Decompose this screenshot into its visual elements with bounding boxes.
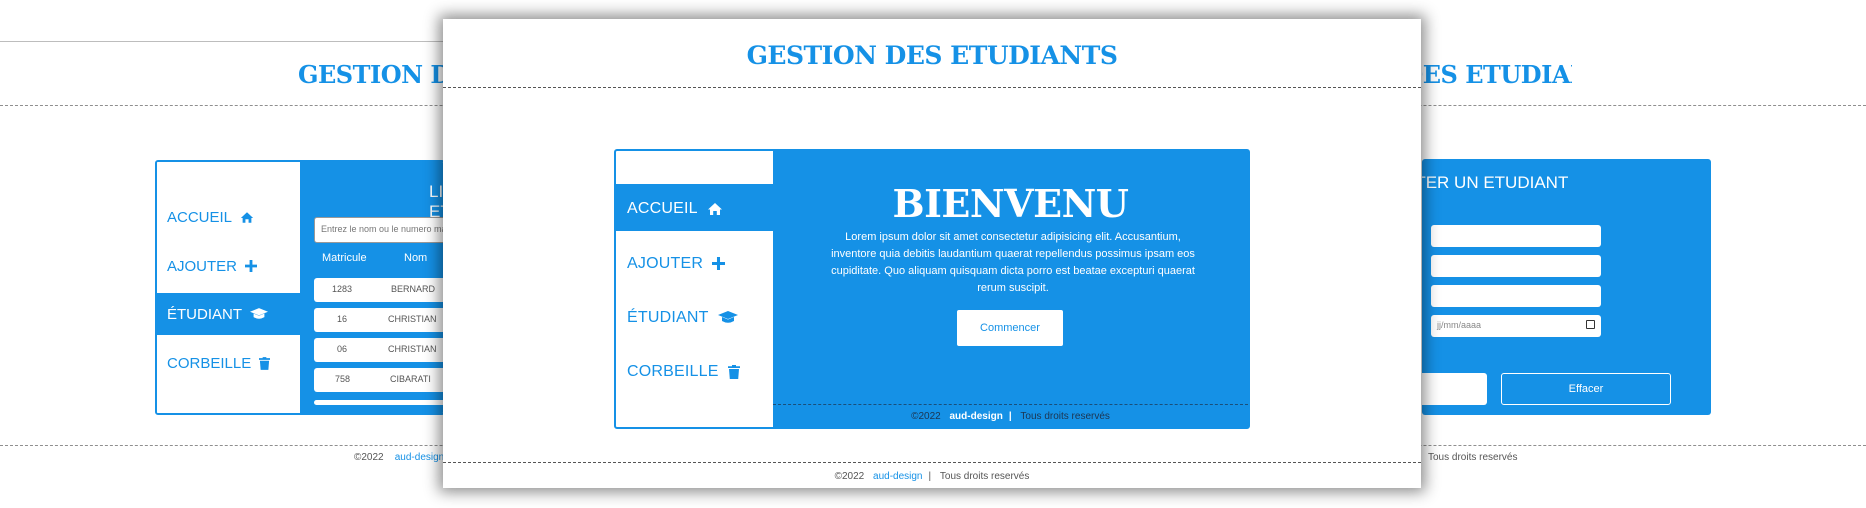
bg-sidebar-item-ajouter[interactable]: AJOUTER bbox=[157, 245, 300, 287]
sidebar-item-label: AJOUTER bbox=[627, 254, 704, 272]
row-matricule: 06 bbox=[337, 344, 348, 354]
table-row[interactable]: 06 CHRISTIAN bbox=[314, 338, 443, 362]
welcome-main: BIENVENU Lorem ipsum dolor sit amet cons… bbox=[773, 151, 1248, 427]
sidebar-item-label: ACCUEIL bbox=[627, 199, 698, 217]
sidebar-item-label: ÉTUDIANT bbox=[627, 308, 709, 326]
plus-icon bbox=[712, 257, 726, 270]
bg-footer-right: Tous droits reservés bbox=[1428, 452, 1517, 463]
row-matricule: 758 bbox=[335, 374, 351, 384]
bg-footer-copyright: ©2022 bbox=[354, 452, 384, 463]
bg-form-field[interactable] bbox=[1431, 285, 1601, 307]
bg-sidebar-item-accueil[interactable]: ACCUEIL bbox=[157, 196, 300, 238]
table-row[interactable]: 758 CIBARATI bbox=[314, 368, 443, 392]
table-row[interactable]: 16 CHRISTIAN bbox=[314, 308, 443, 332]
card-footer-divider bbox=[773, 404, 1248, 405]
bg-column-header-matricule: Matricule bbox=[322, 252, 367, 264]
card-footer: ©2022 aud-design | Tous droits reservés bbox=[773, 411, 1248, 422]
bg-sidebar: ACCUEIL AJOUTER ÉTUDIANT CORBEILLE bbox=[157, 162, 300, 413]
bg-student-list-content: LISTE DES ETUDIANTS Entrez le nom ou le … bbox=[300, 162, 443, 413]
home-icon bbox=[707, 202, 723, 216]
bg-sidebar-item-label: ÉTUDIANT bbox=[167, 305, 242, 323]
bg-sidebar-item-label: CORBEILLE bbox=[167, 354, 252, 372]
bg-submit-button[interactable] bbox=[1422, 373, 1487, 405]
bg-search-input[interactable]: Entrez le nom ou le numero matricule bbox=[314, 217, 443, 243]
bg-sidebar-item-label: ACCUEIL bbox=[167, 208, 233, 226]
bg-add-student-title: AJOUTER UN ETUDIANT bbox=[1422, 173, 1592, 193]
row-nom: BERNARD bbox=[391, 284, 436, 294]
row-nom: CHRISTIAN bbox=[388, 314, 437, 324]
bg-column-header-nom: Nom bbox=[404, 252, 428, 264]
bg-add-student-title-text: AJOUTER UN ETUDIANT bbox=[1422, 173, 1569, 192]
bg-page-title-right-text: GESTION DES ETUDIANTS bbox=[1422, 60, 1572, 89]
home-icon bbox=[240, 211, 254, 224]
bg-footer-brand: aud-design bbox=[394, 452, 445, 463]
sidebar-top-spacer bbox=[616, 151, 775, 186]
page-title: GESTION DES ETUDIANTS bbox=[746, 41, 1118, 70]
footer-rights: Tous droits reservés bbox=[939, 471, 1030, 482]
calendar-icon[interactable] bbox=[1586, 320, 1595, 329]
plus-icon bbox=[245, 260, 258, 272]
card-footer-brand: aud-design bbox=[949, 411, 1003, 422]
row-nom: CHRISTIAN bbox=[388, 344, 437, 354]
sidebar-item-etudiant[interactable]: ÉTUDIANT bbox=[616, 295, 775, 340]
row-matricule: 1283 bbox=[332, 284, 353, 294]
footer-copyright: ©2022 bbox=[834, 471, 865, 482]
table-row[interactable]: 1283 BERNARD bbox=[314, 278, 443, 302]
header-divider bbox=[443, 87, 1421, 88]
trash-icon bbox=[727, 364, 740, 379]
welcome-title: BIENVENU bbox=[892, 181, 1129, 226]
bg-page-title-right: GESTION DES ETUDIANTS bbox=[1422, 60, 1572, 89]
start-button[interactable]: Commencer bbox=[957, 310, 1063, 346]
sidebar-item-label: CORBEILLE bbox=[627, 362, 719, 380]
graduation-cap-icon bbox=[250, 308, 268, 320]
bg-form-field[interactable] bbox=[1431, 225, 1601, 247]
bg-page-title-left: GESTION DES ETUDIANTS bbox=[298, 60, 443, 89]
bg-sidebar-item-corbeille[interactable]: CORBEILLE bbox=[157, 342, 300, 384]
bg-form-field[interactable] bbox=[1431, 255, 1601, 277]
sidebar-item-accueil[interactable]: ACCUEIL bbox=[616, 186, 775, 231]
sidebar: ACCUEIL AJOUTER ÉTUDIANT CORBEILLE bbox=[616, 151, 775, 427]
sidebar-item-ajouter[interactable]: AJOUTER bbox=[616, 241, 775, 286]
welcome-card: ACCUEIL AJOUTER ÉTUDIANT CORBEILLE BIENV… bbox=[614, 149, 1250, 429]
trash-icon bbox=[259, 356, 271, 370]
footer-divider bbox=[443, 462, 1421, 463]
page-footer: ©2022 aud-design | Tous droits reservés bbox=[443, 471, 1421, 482]
bg-top-divider bbox=[0, 41, 445, 42]
welcome-text: Lorem ipsum dolor sit amet consectetur a… bbox=[831, 231, 1195, 294]
bg-date-field[interactable]: jj/mm/aaaa bbox=[1431, 315, 1601, 337]
bg-date-placeholder: jj/mm/aaaa bbox=[1437, 320, 1482, 330]
bg-sidebar-item-label: AJOUTER bbox=[167, 257, 238, 275]
row-matricule: 16 bbox=[337, 314, 348, 324]
graduation-cap-icon bbox=[717, 311, 738, 324]
bg-footer-left: ©2022 aud-design bbox=[354, 452, 444, 463]
app-window: GESTION DES ETUDIANTS ACCUEIL AJOUTER ÉT… bbox=[443, 19, 1421, 488]
bg-add-student-panel: AJOUTER UN ETUDIANT jj/mm/aaaa Effacer bbox=[1422, 159, 1711, 415]
footer-brand-link[interactable]: aud-design bbox=[873, 471, 922, 482]
bg-list-scrollbar[interactable] bbox=[314, 400, 443, 405]
bg-footer-rights: Tous droits reservés bbox=[1428, 452, 1518, 463]
sidebar-item-corbeille[interactable]: CORBEILLE bbox=[616, 349, 775, 394]
card-footer-copyright: ©2022 bbox=[911, 411, 941, 422]
bg-clear-button[interactable]: Effacer bbox=[1501, 373, 1671, 405]
card-footer-rights: Tous droits reservés bbox=[1020, 411, 1110, 422]
bg-sidebar-item-etudiant[interactable]: ÉTUDIANT bbox=[157, 293, 300, 335]
bg-student-list-panel: ACCUEIL AJOUTER ÉTUDIANT CORBEILLE LISTE… bbox=[155, 160, 445, 415]
row-nom: CIBARATI bbox=[390, 374, 431, 384]
card-footer-separator: | bbox=[1008, 411, 1012, 422]
footer-separator: | bbox=[928, 471, 932, 482]
